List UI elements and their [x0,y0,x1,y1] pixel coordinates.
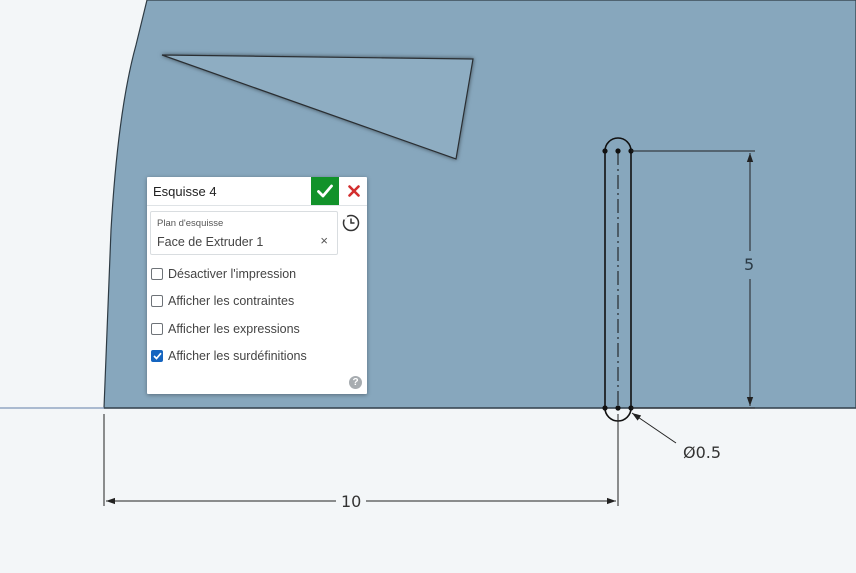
clock-icon [342,214,360,232]
option-show-overdefinitions[interactable]: Afficher les surdéfinitions [151,347,307,365]
option-label: Afficher les contraintes [168,294,295,308]
diameter-dimension[interactable] [631,412,677,444]
option-label: Désactiver l'impression [168,267,297,281]
checkmark-icon [317,184,333,198]
sketch-plane-value: Face de Extruder 1 [157,235,264,249]
dialog-header: Esquisse 4 [147,177,367,206]
checkbox[interactable] [151,268,163,280]
sketch-dialog: Esquisse 4 Plan d'esquisse Face de Extru… [147,177,367,394]
sketch-plane-label: Plan d'esquisse [157,218,224,229]
sketch-plane-field[interactable]: Plan d'esquisse Face de Extruder 1 × [150,211,338,255]
option-label: Afficher les expressions [168,322,300,336]
diameter-dimension-value[interactable]: Ø0.5 [681,444,724,462]
cad-viewport[interactable]: 5 10 Ø0.5 [0,0,856,568]
height-dimension-value[interactable]: 5 [742,256,756,274]
help-icon[interactable]: ? [349,376,362,389]
option-show-constraints[interactable]: Afficher les contraintes [151,292,294,310]
checkbox[interactable] [151,323,163,335]
sketch-canvas[interactable] [0,0,856,568]
option-show-expressions[interactable]: Afficher les expressions [151,320,300,338]
checkmark-icon [152,352,162,360]
checkbox[interactable] [151,295,163,307]
dialog-title: Esquisse 4 [153,184,217,199]
width-dimension-value[interactable]: 10 [339,493,364,511]
history-button[interactable] [341,213,361,233]
clear-selection-button[interactable]: × [320,234,328,248]
cancel-button[interactable] [340,177,367,205]
checkbox[interactable] [151,350,163,362]
confirm-button[interactable] [311,177,339,205]
option-disable-print[interactable]: Désactiver l'impression [151,265,296,283]
option-label: Afficher les surdéfinitions [168,349,307,363]
close-icon [347,185,360,197]
